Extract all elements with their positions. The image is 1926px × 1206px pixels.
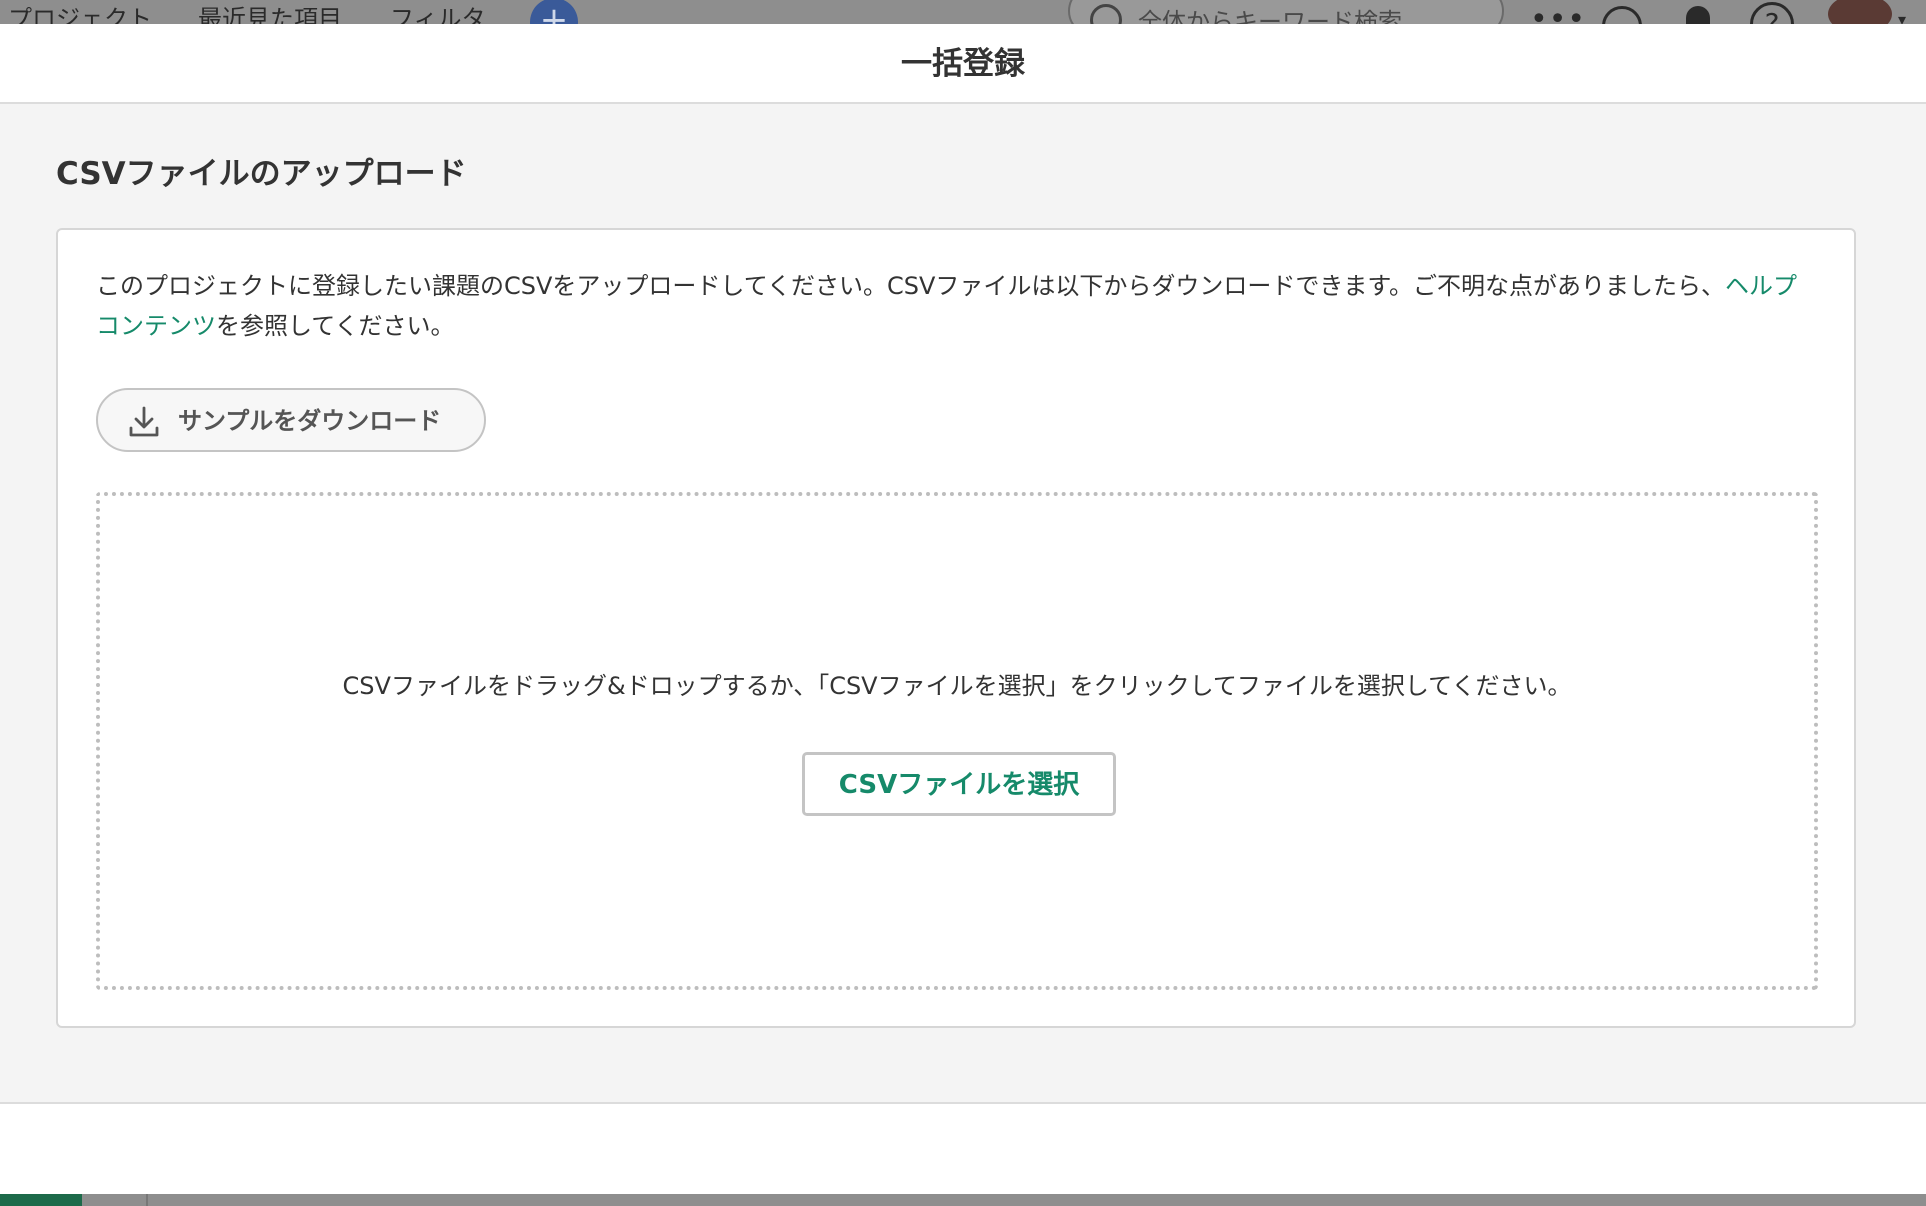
description-text: このプロジェクトに登録したい課題のCSVをアップロードしてください。CSVファイ… bbox=[96, 272, 1725, 300]
nav-item-projects: プロジェクト bbox=[8, 5, 152, 24]
description-text-end: を参照してください。 bbox=[216, 312, 455, 340]
footer-accent bbox=[0, 1194, 82, 1206]
add-icon: + bbox=[530, 0, 578, 24]
help-icon: ? bbox=[1750, 2, 1794, 24]
section-title: CSVファイルのアップロード bbox=[56, 156, 467, 192]
upload-card: このプロジェクトに登録したい課題のCSVをアップロードしてください。CSVファイ… bbox=[56, 228, 1856, 1028]
globe-icon bbox=[1602, 6, 1642, 24]
modal-header: 一括登録 bbox=[0, 24, 1926, 104]
search-icon bbox=[1090, 4, 1122, 24]
nav-item-recent: 最近見た項目 bbox=[198, 5, 342, 24]
select-csv-button[interactable]: CSVファイルを選択 bbox=[802, 752, 1116, 816]
avatar bbox=[1828, 0, 1892, 24]
download-sample-button[interactable]: サンプルをダウンロード bbox=[96, 388, 486, 452]
background-app-header: プロジェクト 最近見た項目 フィルタ + 全体からキーワード検索 ••• ? ▾ bbox=[0, 0, 1926, 24]
modal-title: 一括登録 bbox=[901, 46, 1025, 82]
upload-description: このプロジェクトに登録したい課題のCSVをアップロードしてください。CSVファイ… bbox=[96, 266, 1816, 346]
nav-item-filter: フィルタ bbox=[390, 5, 486, 24]
global-search-placeholder: 全体からキーワード検索 bbox=[1138, 8, 1402, 24]
download-sample-label: サンプルをダウンロード bbox=[178, 407, 442, 435]
dropzone-text: CSVファイルをドラッグ&ドロップするか、「CSVファイルを選択」をクリックして… bbox=[342, 672, 1572, 700]
footer-divider bbox=[146, 1194, 148, 1206]
csv-dropzone[interactable]: CSVファイルをドラッグ&ドロップするか、「CSVファイルを選択」をクリックして… bbox=[96, 492, 1818, 990]
modal-body: CSVファイルのアップロード このプロジェクトに登録したい課題のCSVをアップロ… bbox=[0, 104, 1926, 1104]
chevron-down-icon: ▾ bbox=[1898, 10, 1907, 24]
download-icon bbox=[129, 406, 159, 437]
global-search-box: 全体からキーワード検索 bbox=[1068, 0, 1504, 24]
background-app-footer bbox=[0, 1194, 1926, 1206]
more-icon: ••• bbox=[1530, 2, 1587, 24]
bell-icon bbox=[1686, 6, 1710, 24]
bulk-register-modal: 一括登録 CSVファイルのアップロード このプロジェクトに登録したい課題のCSV… bbox=[0, 24, 1926, 1194]
